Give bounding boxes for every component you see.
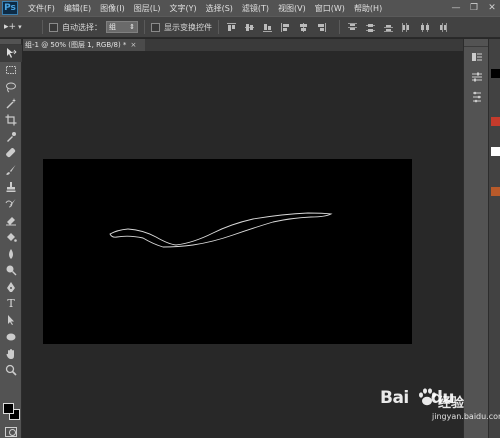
divider xyxy=(42,20,43,34)
panel-grip[interactable] xyxy=(464,39,488,47)
canvas-workspace xyxy=(23,51,463,438)
clone-stamp-tool-icon[interactable] xyxy=(0,179,22,196)
healing-brush-tool-icon[interactable] xyxy=(0,145,22,162)
minimize-button[interactable]: — xyxy=(450,2,462,13)
baidu-jingyan-watermark: Bai du 经验 jingyan.baidu.com xyxy=(380,384,500,434)
quick-mask-icon[interactable] xyxy=(5,427,17,437)
menu-help[interactable]: 帮助(H) xyxy=(354,3,382,14)
options-bar: ▸+ ▾ 自动选择： 组 ⇕ 显示变换控件 xyxy=(0,16,500,38)
eraser-tool-icon[interactable] xyxy=(0,212,22,229)
type-tool-icon[interactable]: T xyxy=(0,295,22,312)
styles-panel-swatch[interactable] xyxy=(491,147,500,156)
chevron-down-icon: ▾ xyxy=(18,23,22,31)
history-panel-icon[interactable] xyxy=(464,47,489,67)
document-tab[interactable]: 组-1 @ 50% (图层 1, RGB/8) * × xyxy=(23,39,145,51)
lasso-tool-icon[interactable] xyxy=(0,78,22,95)
menu-file[interactable]: 文件(F) xyxy=(28,3,55,14)
close-window-button[interactable]: ✕ xyxy=(486,2,498,13)
menu-view[interactable]: 视图(V) xyxy=(278,3,306,14)
distribute-right-icon[interactable] xyxy=(436,21,448,33)
auto-select-checkbox[interactable] xyxy=(49,22,58,32)
auto-select-label: 自动选择： xyxy=(62,22,102,32)
paint-bucket-tool-icon[interactable] xyxy=(0,229,22,246)
menu-image[interactable]: 图像(I) xyxy=(100,3,125,14)
auto-select-dropdown[interactable]: 组 ⇕ xyxy=(106,21,138,33)
marquee-tool-icon[interactable] xyxy=(0,62,22,79)
close-icon[interactable]: × xyxy=(130,41,136,49)
divider xyxy=(339,20,340,34)
shape-tool-icon[interactable] xyxy=(0,329,22,346)
show-transform-controls-checkbox[interactable] xyxy=(151,22,160,32)
menu-bar: Ps 文件(F) 编辑(E) 图像(I) 图层(L) 文字(Y) 选择(S) 滤… xyxy=(0,0,500,16)
dodge-tool-icon[interactable] xyxy=(0,262,22,279)
foreground-color-swatch[interactable] xyxy=(3,403,14,414)
align-horizontal-centers-icon[interactable] xyxy=(297,21,309,33)
brush-tool-icon[interactable] xyxy=(0,162,22,179)
pen-tool-icon[interactable] xyxy=(0,279,22,296)
crop-tool-icon[interactable] xyxy=(0,112,22,129)
show-transform-controls-label: 显示变换控件 xyxy=(164,22,212,32)
align-top-edges-icon[interactable] xyxy=(225,21,237,33)
distribute-top-icon[interactable] xyxy=(346,21,358,33)
swatches-panel-swatch[interactable] xyxy=(491,117,500,126)
move-tool-preset-icon: ▸+ xyxy=(4,22,17,32)
document-canvas[interactable] xyxy=(43,159,412,344)
pen-path-outline xyxy=(109,212,333,248)
adjustments-panel-icon[interactable] xyxy=(464,87,489,107)
distribute-vertical-centers-icon[interactable] xyxy=(364,21,376,33)
menu-window[interactable]: 窗口(W) xyxy=(315,3,345,14)
watermark-url: jingyan.baidu.com xyxy=(432,412,500,421)
distribute-horizontal-centers-icon[interactable] xyxy=(418,21,430,33)
distribute-bottom-icon[interactable] xyxy=(382,21,394,33)
jingyan-label: 经验 xyxy=(438,396,465,411)
panel-strip xyxy=(488,39,500,438)
blur-tool-icon[interactable] xyxy=(0,245,22,262)
photoshop-logo: Ps xyxy=(2,1,18,15)
history-brush-tool-icon[interactable] xyxy=(0,195,22,212)
document-tab-label: 组-1 @ 50% (图层 1, RGB/8) * xyxy=(25,41,127,49)
align-vertical-centers-icon[interactable] xyxy=(243,21,255,33)
properties-panel-icon[interactable] xyxy=(464,67,489,87)
tools-panel: T xyxy=(0,39,22,438)
distribute-left-icon[interactable] xyxy=(400,21,412,33)
align-right-edges-icon[interactable] xyxy=(315,21,327,33)
tool-preset-picker[interactable]: ▸+ ▾ xyxy=(4,19,36,35)
move-tool-icon[interactable] xyxy=(0,45,22,62)
eyedropper-tool-icon[interactable] xyxy=(0,128,22,145)
magic-wand-tool-icon[interactable] xyxy=(0,95,22,112)
type-tool-glyph: T xyxy=(7,297,15,311)
collapsed-panel-dock xyxy=(463,39,488,438)
menu-filter[interactable]: 滤镜(T) xyxy=(242,3,269,14)
menu-select[interactable]: 选择(S) xyxy=(206,3,233,14)
styles-panel-swatch-2[interactable] xyxy=(491,187,500,196)
restore-button[interactable]: ❐ xyxy=(468,2,480,13)
color-panel-swatch[interactable] xyxy=(491,69,500,78)
document-tab-bar: 组-1 @ 50% (图层 1, RGB/8) * × xyxy=(23,39,463,51)
color-swatches xyxy=(3,403,21,421)
menu-type[interactable]: 文字(Y) xyxy=(169,3,196,14)
drawn-path xyxy=(109,212,333,248)
divider xyxy=(144,20,145,34)
path-selection-tool-icon[interactable] xyxy=(0,312,22,329)
zoom-tool-icon[interactable] xyxy=(0,362,22,379)
paw-icon xyxy=(419,388,436,406)
align-left-edges-icon[interactable] xyxy=(279,21,291,33)
updown-arrow-icon: ⇕ xyxy=(129,23,135,31)
menu-edit[interactable]: 编辑(E) xyxy=(64,3,91,14)
align-bottom-edges-icon[interactable] xyxy=(261,21,273,33)
window-controls: — ❐ ✕ xyxy=(450,2,498,13)
menu-layer[interactable]: 图层(L) xyxy=(134,3,161,14)
hand-tool-icon[interactable] xyxy=(0,345,22,362)
divider xyxy=(218,20,219,34)
auto-select-value: 组 xyxy=(109,23,116,31)
